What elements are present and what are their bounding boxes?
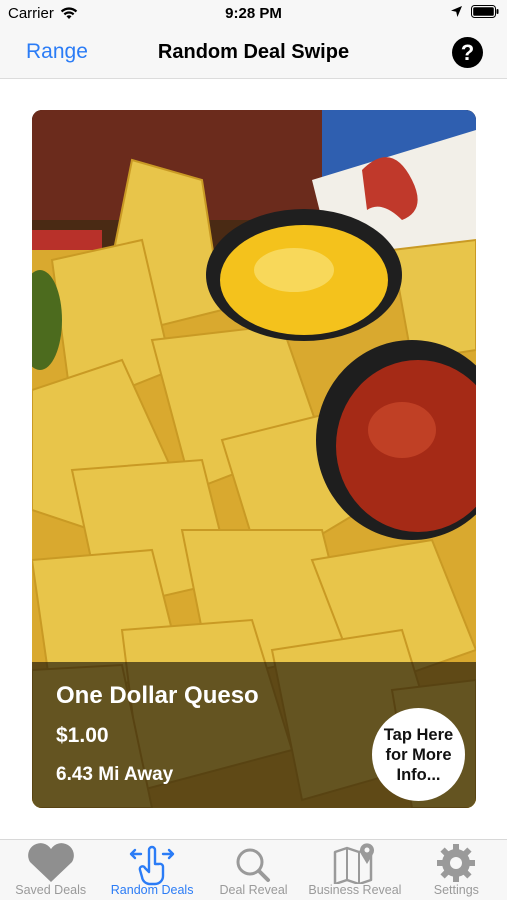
tab-bar: Saved Deals Random Deals Deal Reveal Bus…	[0, 839, 507, 900]
deal-price: $1.00	[56, 724, 109, 747]
nav-bar: Range Random Deal Swipe ?	[0, 28, 507, 79]
tab-label: Random Deals	[110, 883, 194, 897]
tab-deal-reveal[interactable]: Deal Reveal	[203, 840, 304, 900]
tab-label: Business Reveal	[308, 883, 402, 897]
more-info-button[interactable]: Tap Here for More Info...	[372, 708, 465, 801]
gear-icon	[437, 844, 476, 882]
status-right	[450, 5, 499, 18]
tab-label: Deal Reveal	[219, 883, 288, 897]
deal-card[interactable]: One Dollar Queso $1.00 6.43 Mi Away Tap …	[32, 110, 476, 808]
help-icon: ?	[460, 39, 475, 65]
deal-distance: 6.43 Mi Away	[56, 764, 174, 785]
tab-saved-deals[interactable]: Saved Deals	[0, 840, 101, 900]
page-title: Random Deal Swipe	[157, 41, 350, 63]
swipe-hand-icon	[129, 845, 175, 886]
tab-label: Saved Deals	[15, 883, 87, 897]
more-info-label: Tap Here for More Info...	[383, 725, 454, 784]
status-bar: Carrier 9:28 PM	[0, 0, 507, 28]
status-time: 9:28 PM	[225, 5, 282, 22]
heart-icon	[27, 843, 74, 882]
tab-random-deals[interactable]: Random Deals	[101, 840, 202, 900]
help-button[interactable]: ?	[452, 37, 483, 68]
tab-label: Settings	[433, 883, 479, 897]
magnifier-icon	[236, 848, 270, 882]
map-pin-icon	[333, 843, 374, 884]
tab-settings[interactable]: Settings	[406, 840, 507, 900]
location-arrow-icon	[451, 6, 462, 17]
deal-title: One Dollar Queso	[56, 682, 259, 709]
battery-icon	[471, 5, 499, 18]
tab-business-reveal[interactable]: Business Reveal	[304, 840, 405, 900]
